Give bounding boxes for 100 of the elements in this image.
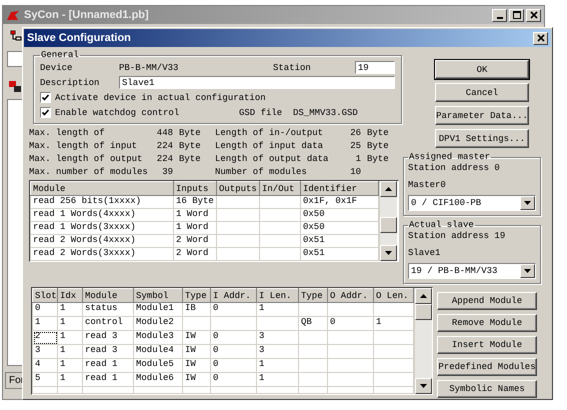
column-header[interactable]: I Addr.: [210, 288, 256, 302]
table-cell: 4: [35, 359, 40, 369]
up-arrow-icon[interactable]: [385, 187, 392, 191]
table-cell: 1: [60, 359, 66, 369]
column-header[interactable]: Slot: [32, 288, 58, 302]
stat-unit: Byte: [179, 128, 201, 138]
column-header[interactable]: In/Out: [260, 182, 300, 196]
table-cell: 0: [213, 303, 218, 313]
dialog-button[interactable]: DPV1 Settings...: [435, 129, 529, 148]
toolbar-button[interactable]: [7, 51, 23, 67]
stat-value: 25: [349, 140, 361, 150]
stat-unit: Byte: [179, 154, 201, 164]
table-cell: read 2 Words(4xxxx): [33, 235, 136, 245]
module-button[interactable]: Insert Module: [437, 336, 537, 354]
table-cell: Module3: [136, 331, 174, 341]
table-cell: read 1: [85, 359, 118, 369]
table-cell: 2 Word: [176, 248, 208, 258]
maximize-button[interactable]: [509, 8, 524, 22]
station-field[interactable]: 19: [354, 61, 395, 74]
table-cell: 0: [213, 331, 218, 341]
station-address: Station address 19: [408, 230, 506, 243]
dialog-button[interactable]: Parameter Data...: [435, 106, 529, 125]
station-name: Master0: [408, 179, 447, 192]
column-header[interactable]: Type: [182, 288, 210, 302]
stat-value: 224: [156, 140, 173, 150]
group-title: General: [40, 50, 80, 60]
module-button[interactable]: Symbolic Names: [437, 380, 537, 398]
table-cell: QB: [301, 317, 312, 327]
table-cell: 3: [259, 345, 264, 355]
station-name: Slave1: [408, 247, 442, 260]
scroll-thumb[interactable]: [415, 304, 432, 320]
dialog-button[interactable]: OK: [435, 60, 529, 79]
close-button[interactable]: [526, 8, 541, 22]
window-title: SyCon - [Unnamed1.pb]: [24, 9, 149, 21]
table-cell: 5: [35, 373, 40, 383]
stat-value: 1: [354, 154, 361, 164]
module-button[interactable]: Append Module: [437, 292, 537, 310]
module-button[interactable]: Remove Module: [437, 314, 537, 332]
stat-label: Max. length of: [29, 128, 106, 138]
table-cell: IW: [185, 345, 196, 355]
table-cell: 1: [60, 373, 66, 383]
minimize-button[interactable]: [492, 8, 507, 22]
table-cell: Module2: [136, 317, 174, 327]
table-cell: Module4: [136, 345, 174, 355]
column-header[interactable]: I Len.: [256, 288, 298, 302]
table-cell: read 3: [85, 345, 118, 355]
table-cell: Module5: [136, 359, 174, 369]
stat-value: 39: [161, 166, 173, 176]
table-cell: 0: [213, 359, 218, 369]
table-cell: 1: [35, 317, 40, 327]
column-header[interactable]: Type: [298, 288, 328, 302]
dropdown-arrow-icon[interactable]: [524, 269, 531, 273]
column-header[interactable]: O Addr.: [328, 288, 374, 302]
dialog-title: Slave Configuration: [27, 32, 131, 44]
stat-unit: Byte: [367, 140, 389, 150]
checkbox[interactable]: [40, 92, 51, 103]
checkbox[interactable]: [40, 107, 51, 118]
stat-value: 26: [349, 128, 361, 138]
column-header[interactable]: Outputs: [216, 182, 260, 196]
stat-unit: Byte: [179, 140, 201, 150]
scroll-thumb[interactable]: [380, 217, 397, 233]
field-label: GSD file: [239, 108, 284, 118]
table-cell: 1: [60, 317, 66, 327]
table-cell: 3: [35, 345, 40, 355]
column-header[interactable]: Module: [30, 182, 174, 196]
table-cell: 0x50: [303, 209, 325, 219]
stat-unit: Byte: [367, 128, 389, 138]
close-button[interactable]: [533, 32, 548, 44]
column-header[interactable]: Idx: [58, 288, 82, 302]
column-header[interactable]: Inputs: [174, 182, 216, 196]
table-cell: 3: [259, 331, 264, 341]
column-header[interactable]: Identifier: [300, 182, 378, 196]
table-cell: read 3: [85, 331, 118, 341]
checkbox-label: Enable watchdog control: [55, 108, 180, 118]
up-arrow-icon[interactable]: [420, 294, 427, 298]
table-cell: 0: [330, 317, 336, 327]
table-cell: 0: [213, 345, 218, 355]
table-cell: read 2 Words(3xxxx): [33, 248, 136, 258]
table-cell: read 1: [85, 373, 118, 383]
module-button[interactable]: Predefined Modules: [437, 358, 537, 376]
stat-label: Max. length of input: [29, 140, 138, 150]
station-dropdown[interactable]: 19 / PB-B-MM/V33: [408, 263, 536, 279]
field-label: Station: [273, 62, 311, 72]
dialog-button[interactable]: Cancel: [435, 83, 529, 102]
scrollbar[interactable]: [379, 181, 397, 261]
description-field[interactable]: Slave1: [119, 76, 395, 89]
table-cell: 0: [35, 303, 40, 313]
column-header[interactable]: Symbol: [134, 288, 182, 302]
column-header[interactable]: O Len.: [374, 288, 414, 302]
column-header[interactable]: Module: [82, 288, 134, 302]
scrollbar[interactable]: [414, 288, 432, 394]
table-cell: IB: [185, 303, 196, 313]
down-arrow-icon[interactable]: [385, 251, 392, 255]
table-cell: 1: [259, 373, 264, 383]
device-icon[interactable]: [8, 79, 22, 93]
down-arrow-icon[interactable]: [420, 384, 427, 388]
station-dropdown[interactable]: 0 / CIF100-PB: [408, 195, 536, 211]
dropdown-arrow-icon[interactable]: [524, 201, 531, 205]
group-title: Actual slave: [408, 220, 475, 230]
tree-icon[interactable]: [9, 29, 23, 43]
